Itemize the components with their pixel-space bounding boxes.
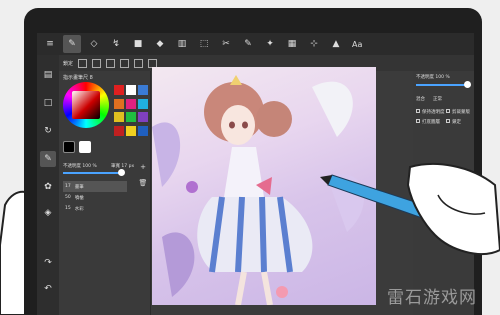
color-swatch[interactable]: [114, 98, 124, 109]
brush-name: 水彩: [74, 206, 84, 212]
color-swatch[interactable]: [126, 98, 136, 109]
brush-actions: + 🗑: [137, 161, 151, 193]
layer-opacity-slider[interactable]: [416, 81, 471, 88]
color-square[interactable]: [72, 91, 100, 119]
color-palette: [114, 85, 148, 137]
layers-icon[interactable]: ◈: [40, 205, 56, 221]
size-label: 筆寬 17 px: [111, 164, 135, 169]
brush-item[interactable]: 15 水彩: [63, 203, 127, 214]
option-toggle-3[interactable]: [106, 58, 116, 68]
brush-color-selector: [63, 141, 91, 153]
undo-icon[interactable]: ↶: [40, 281, 56, 297]
lasso-icon[interactable]: ✂: [217, 35, 235, 53]
blend-mode-select[interactable]: 正常: [433, 96, 442, 102]
color-swatch[interactable]: [138, 125, 148, 136]
layer-opacity-knob[interactable]: [464, 81, 471, 88]
brush-size: 50: [65, 195, 71, 200]
brush-list: 17 書筆 50 噴槍 15 水彩: [63, 181, 127, 214]
watermark-text: 雷石游戏网: [387, 288, 477, 308]
checkbox[interactable]: [416, 109, 420, 113]
menu-icon[interactable]: ≡: [41, 35, 59, 53]
checkbox[interactable]: [416, 119, 420, 123]
top-toolbar: ≡ ✎ ◇ ↯ ■ ◆ ▥ ⬚ ✂ ✎ ✦ ▦ ⊹ ▲ Aa: [37, 33, 474, 55]
material-icon[interactable]: ✿: [40, 179, 56, 195]
color-wheel[interactable]: [63, 82, 109, 128]
opacity-slider-fill: [63, 172, 123, 174]
option-toggle-2[interactable]: [92, 58, 102, 68]
layer-opacity-fill: [416, 84, 466, 86]
gradient-icon[interactable]: ▥: [173, 35, 191, 53]
blend-label: 混合: [416, 97, 425, 102]
canvas-icon[interactable]: □: [40, 95, 56, 111]
color-swatch[interactable]: [138, 85, 148, 95]
option-toggle-1[interactable]: [78, 58, 88, 68]
fill-rect-icon[interactable]: ■: [129, 35, 147, 53]
checkbox[interactable]: [446, 119, 450, 123]
option-toggle-5[interactable]: [134, 58, 144, 68]
document-icon[interactable]: ▤: [40, 67, 56, 83]
color-swatch[interactable]: [114, 125, 124, 136]
color-swatch[interactable]: [126, 125, 136, 136]
brush-item[interactable]: 17 書筆: [63, 181, 127, 192]
delete-brush-icon[interactable]: 🗑: [137, 177, 149, 189]
color-swatch[interactable]: [138, 98, 148, 109]
redo-icon[interactable]: ↷: [40, 255, 56, 271]
color-swatch[interactable]: [114, 112, 124, 122]
left-rail: ▤ □ ↻ ✎ ✿ ◈ ↷ ↶: [37, 55, 59, 315]
color-swatch[interactable]: [114, 85, 124, 95]
layout-icon[interactable]: ▦: [283, 35, 301, 53]
brush-panel-icon[interactable]: ✎: [40, 151, 56, 167]
move-icon[interactable]: ⊹: [305, 35, 323, 53]
checkbox-label: 保持透明度: [422, 110, 445, 115]
brush-size: 15: [65, 206, 71, 211]
foreground-color[interactable]: [63, 141, 75, 153]
opacity-label: 不透明度 100 %: [63, 164, 97, 169]
pen-tool-icon[interactable]: ✎: [63, 35, 81, 53]
opacity-slider-knob[interactable]: [118, 169, 125, 176]
select-pen-icon[interactable]: ✎: [239, 35, 257, 53]
background-color[interactable]: [79, 141, 91, 153]
opacity-slider[interactable]: [63, 169, 125, 176]
brush-name: 噴槍: [74, 195, 84, 201]
checkbox-label: 鎖定: [452, 120, 461, 125]
panel-title: 指示畫筆尺 8: [63, 75, 93, 81]
text-tool-button[interactable]: Aa: [349, 35, 365, 53]
pointer-icon[interactable]: ▲: [327, 35, 345, 53]
color-swatch[interactable]: [126, 112, 136, 122]
brush-size: 17: [65, 184, 71, 189]
magic-wand-icon[interactable]: ✦: [261, 35, 279, 53]
color-swatch[interactable]: [138, 112, 148, 122]
checkbox-label: 打底圖層: [422, 120, 440, 125]
color-brush-panel: 指示畫筆尺 8 不透明度 100 % 筆寬 17 px 17 書筆 50 噴槍 15…: [59, 71, 151, 315]
blur-tool-icon[interactable]: ↯: [107, 35, 125, 53]
brush-name: 書筆: [74, 184, 84, 190]
lock-label: 鎖定: [63, 60, 74, 67]
rotate-icon[interactable]: ↻: [40, 123, 56, 139]
color-swatch[interactable]: [126, 85, 136, 95]
bucket-icon[interactable]: ◆: [151, 35, 169, 53]
eraser-icon[interactable]: ◇: [85, 35, 103, 53]
layer-opacity-label: 不透明度 100 %: [416, 75, 450, 80]
checkbox-label: 剪裁蒙版: [452, 110, 470, 115]
select-rect-icon[interactable]: ⬚: [195, 35, 213, 53]
scene: ≡ ✎ ◇ ↯ ■ ◆ ▥ ⬚ ✂ ✎ ✦ ▦ ⊹ ▲ Aa ▤ □ ↻ ✎ ✿…: [0, 0, 500, 315]
brush-item[interactable]: 50 噴槍: [63, 192, 127, 203]
option-toggle-4[interactable]: [120, 58, 130, 68]
add-brush-icon[interactable]: +: [137, 161, 149, 173]
checkbox[interactable]: [446, 109, 450, 113]
